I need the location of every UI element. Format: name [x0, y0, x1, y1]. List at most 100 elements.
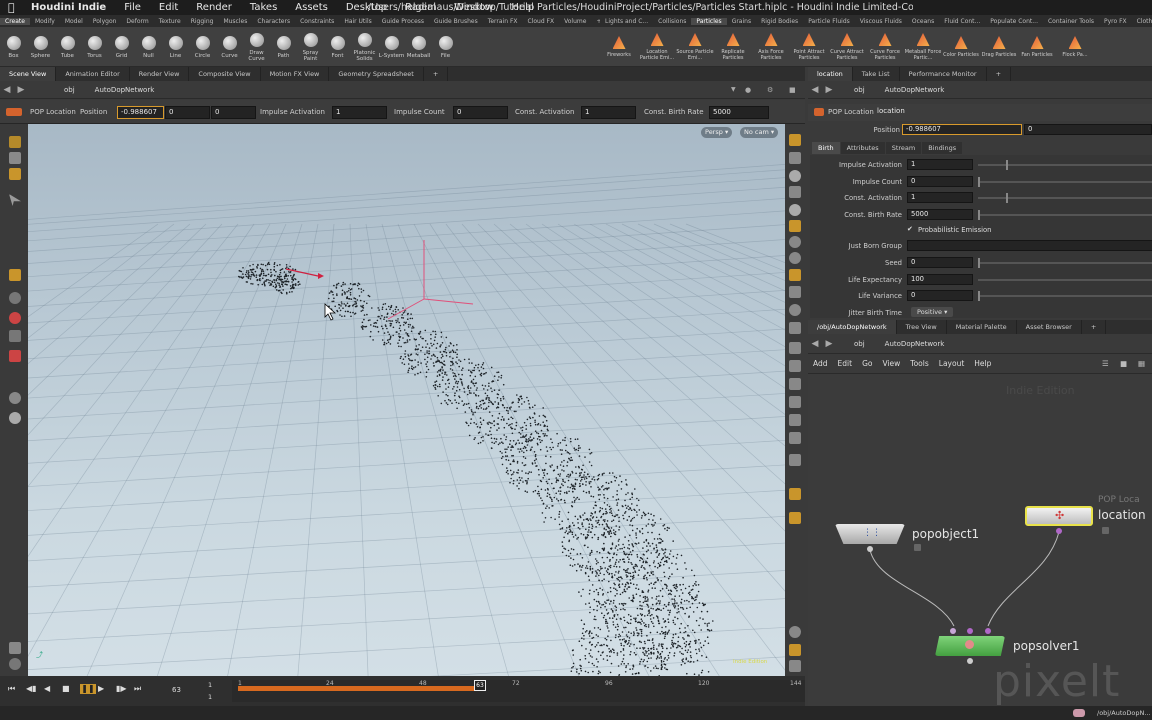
tab-birth[interactable]: Birth	[812, 142, 840, 154]
app-menu[interactable]: Houdini Indie	[22, 2, 115, 13]
shelf-tool-null[interactable]: Null	[135, 27, 162, 67]
dot-icon[interactable]	[789, 304, 801, 316]
info-icon[interactable]	[789, 626, 801, 638]
popobject1-node[interactable]: ⋮⋮	[835, 524, 905, 544]
wireframe-icon[interactable]	[789, 186, 801, 198]
move-tool-icon[interactable]	[9, 152, 21, 164]
shelf-tool-curve-force-particles[interactable]: Curve Force Particles	[866, 27, 904, 67]
grid-view-icon[interactable]: ■	[1120, 359, 1130, 368]
lighting-icon[interactable]	[789, 220, 801, 232]
param-path-obj[interactable]: obj	[848, 86, 871, 94]
shelf-tab-texture[interactable]: Texture	[154, 18, 186, 25]
play-icon[interactable]: ▶	[98, 684, 116, 694]
tab-tree-view[interactable]: Tree View	[897, 320, 947, 334]
jump-start-icon[interactable]: ⏮	[8, 684, 26, 694]
step-back-icon[interactable]: ◀▮	[26, 684, 44, 694]
vertex-icon[interactable]	[789, 322, 801, 334]
probabilistic-emission-checkbox[interactable]: ✔	[907, 225, 913, 233]
shelf-tab-pyro-fx[interactable]: Pyro FX	[1099, 18, 1132, 25]
param-position-x-field[interactable]: -0.988607	[902, 124, 1022, 135]
menu-assets[interactable]: Assets	[286, 2, 337, 13]
ghost-icon[interactable]	[789, 170, 801, 182]
tab-composite-view[interactable]: Composite View	[189, 67, 261, 81]
shelf-tab-terrain-fx[interactable]: Terrain FX	[483, 18, 523, 25]
param-node-name-field[interactable]: location	[874, 106, 994, 119]
seed-param-field[interactable]: 0	[907, 257, 973, 268]
jitter-birth-time-dropdown[interactable]: Positive ▾	[911, 307, 954, 317]
magnet-icon[interactable]	[9, 312, 21, 324]
shelf-tab-grains[interactable]: Grains	[727, 18, 756, 25]
impulse-count-slider[interactable]	[978, 177, 1152, 187]
position-x-field[interactable]: -0.988607	[117, 106, 164, 119]
play-reverse-icon[interactable]: ◀	[44, 684, 62, 694]
tab-animation-editor[interactable]: Animation Editor	[56, 67, 130, 81]
life-variance-slider[interactable]	[978, 291, 1152, 301]
timeline-cursor[interactable]: 63	[474, 680, 486, 691]
render-region-icon[interactable]	[789, 454, 801, 466]
pause-icon[interactable]: ❚❚	[80, 684, 96, 694]
popobject1-output[interactable]	[867, 546, 873, 552]
tab-render-view[interactable]: Render View	[130, 67, 190, 81]
back-icon[interactable]: ◀	[0, 85, 14, 95]
list-view-icon[interactable]: ☰	[1102, 359, 1112, 368]
tab-parameters-location[interactable]: location	[808, 67, 853, 81]
position-z-field[interactable]: 0	[211, 106, 256, 119]
display-options-icon[interactable]	[789, 134, 801, 146]
edge-icon[interactable]	[789, 286, 801, 298]
tab-material-palette[interactable]: Material Palette	[947, 320, 1017, 334]
const-birth-rate-field[interactable]: 5000	[709, 106, 769, 119]
shelf-tab-rigging[interactable]: Rigging	[186, 18, 219, 25]
position-y-field[interactable]: 0	[165, 106, 210, 119]
shelf-tab-populate-cont[interactable]: Populate Cont...	[985, 18, 1043, 25]
tab-bindings[interactable]: Bindings	[922, 142, 963, 154]
shelf-tool-axis-force-particles[interactable]: Axis Force Particles	[752, 27, 790, 67]
shelf-tool-grid[interactable]: Grid	[108, 27, 135, 67]
param-path-network[interactable]: AutoDopNetwork	[879, 86, 951, 94]
bbox-icon[interactable]	[789, 360, 801, 372]
tab-scene-view[interactable]: Scene View	[0, 67, 57, 81]
shelf-tab-oceans[interactable]: Oceans	[907, 18, 939, 25]
forward-icon[interactable]: ▶	[14, 85, 28, 95]
settings-icon[interactable]: ⚙	[767, 86, 777, 94]
popsolver-input-1[interactable]	[950, 628, 956, 634]
shelf-tool-metaball-force-partic[interactable]: Metaball Force Partic...	[904, 27, 942, 67]
network-editor[interactable]: Indie Edition ⋮⋮ popobject1 ✣ POP Loca l…	[808, 374, 1152, 706]
network-forward-icon[interactable]: ▶	[822, 339, 836, 349]
shelf-tab-guide-process[interactable]: Guide Process	[377, 18, 429, 25]
menu-file[interactable]: File	[115, 2, 150, 13]
shelf-tool-path[interactable]: Path	[270, 27, 297, 67]
network-menu-edit[interactable]: Edit	[833, 359, 858, 368]
camera-button[interactable]: No cam ▾	[740, 127, 779, 138]
const-activation-field[interactable]: 1	[581, 106, 636, 119]
shelf-tool-point-attract-particles[interactable]: Point Attract Particles	[790, 27, 828, 67]
shelf-tool-sphere[interactable]: Sphere	[27, 27, 54, 67]
points-icon[interactable]	[789, 236, 801, 248]
shelf-tab-characters[interactable]: Characters	[252, 18, 295, 25]
magnet-red-icon[interactable]	[9, 350, 21, 362]
network-path-obj[interactable]: obj	[848, 340, 871, 348]
tab-geometry-spreadsheet[interactable]: Geometry Spreadsheet	[329, 67, 424, 81]
just-born-group-field[interactable]	[907, 240, 1152, 251]
view-tool-icon[interactable]	[9, 292, 21, 304]
shelf-tool-font[interactable]: Font	[324, 27, 351, 67]
snap-icon[interactable]	[9, 269, 21, 281]
template-icon[interactable]	[789, 396, 801, 408]
tab-asset-browser[interactable]: Asset Browser	[1017, 320, 1082, 334]
impulse-activation-param-field[interactable]: 1	[907, 159, 973, 170]
const-activation-param-field[interactable]: 1	[907, 192, 973, 203]
popsolver-input-3[interactable]	[985, 628, 991, 634]
tab-attributes[interactable]: Attributes	[840, 142, 885, 154]
network-menu-layout[interactable]: Layout	[934, 359, 970, 368]
shelf-tool-file[interactable]: File	[432, 27, 459, 67]
primitive-icon[interactable]	[789, 342, 801, 354]
expand-icon[interactable]	[789, 660, 801, 672]
shelf-tool-spray-paint[interactable]: Spray Paint	[297, 27, 324, 67]
shelf-tab-particles[interactable]: Particles	[691, 17, 727, 25]
shelf-tab-lights-and-c[interactable]: Lights and C...	[600, 18, 653, 25]
const-birth-rate-slider[interactable]	[978, 210, 1152, 220]
network-options-icon[interactable]: ▦	[1138, 359, 1148, 368]
layout-icon[interactable]	[789, 644, 801, 656]
shelf-tab-particle-fluids[interactable]: Particle Fluids	[803, 18, 855, 25]
const-birth-rate-param-field[interactable]: 5000	[907, 209, 973, 220]
location-node[interactable]: ✣	[1025, 506, 1093, 526]
